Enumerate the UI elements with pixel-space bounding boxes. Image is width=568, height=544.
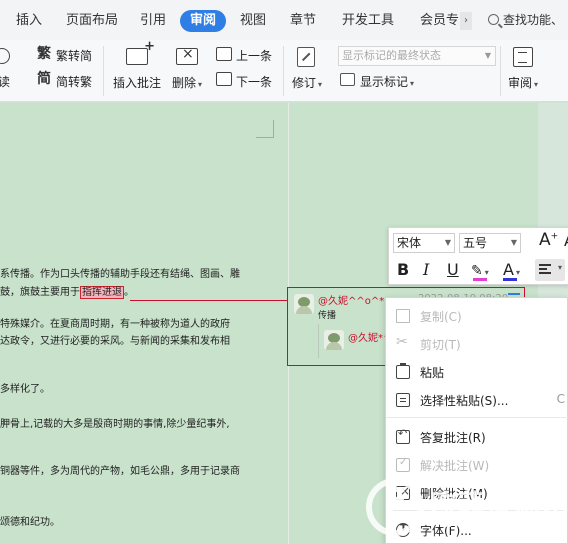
- ribbon-divider: [283, 46, 284, 96]
- document-paragraph-line[interactable]: 特殊媒介。在夏商周时期，有一种被称为道人的政府: [0, 318, 286, 331]
- comment-connector-line: [130, 300, 288, 301]
- menu-item-copy[interactable]: 复制(C): [386, 302, 568, 330]
- previous-comment-button[interactable]: 上一条: [236, 47, 272, 64]
- reply-thread-rule: [318, 324, 319, 358]
- document-paragraph-line[interactable]: 系传播。作为口头传播的辅助手段还有结绳、图画、雕: [0, 268, 286, 281]
- simp-to-trad-button[interactable]: 简转繁: [56, 73, 92, 90]
- simp-to-trad-icon[interactable]: 简: [37, 71, 53, 87]
- menu-shortcut: C: [556, 392, 565, 406]
- review-pane-button[interactable]: 审阅 ▾: [508, 74, 538, 91]
- highlight-color-swatch: [473, 278, 487, 281]
- watermark-title: 欧菲资源网: [430, 490, 568, 520]
- floating-format-toolbar: 宋体▼ 五号▼ A+ A B I U ✎▾ A▾ ▾: [388, 227, 568, 285]
- reply-comment-icon: [396, 427, 410, 444]
- bold-button[interactable]: B: [397, 259, 409, 281]
- comment-text[interactable]: 传播: [318, 308, 336, 321]
- tab-chapter[interactable]: 章节: [290, 10, 316, 32]
- tab-references[interactable]: 引用: [140, 10, 166, 32]
- menu-item-resolve-comment[interactable]: 解决批注(W): [386, 451, 568, 479]
- font-color-swatch: [503, 278, 517, 281]
- insert-comment-button[interactable]: 插入批注: [113, 74, 161, 91]
- menu-item-reply-comment[interactable]: 答复批注(R): [386, 423, 568, 451]
- menu-divider: [386, 417, 568, 418]
- ribbon-tab-bar: 插入 页面布局 引用 审阅 视图 章节 开发工具 会员专 › 查找功能、: [0, 0, 568, 40]
- markup-display-select[interactable]: 显示标记的最终状态 ▼: [338, 46, 496, 66]
- avatar: [294, 294, 314, 314]
- trad-to-simp-icon[interactable]: 繁: [37, 46, 53, 62]
- read-aloud-label[interactable]: 朗读: [0, 73, 10, 90]
- next-comment-button[interactable]: 下一条: [236, 73, 272, 90]
- copy-icon: [396, 309, 410, 323]
- document-paragraph-line[interactable]: 多样化了。: [0, 383, 286, 396]
- document-paragraph-line[interactable]: 鼓，旗鼓主要用于 指挥进退。: [0, 286, 286, 299]
- chevron-down-icon: ▼: [484, 51, 491, 60]
- tab-member[interactable]: 会员专: [420, 10, 459, 32]
- avatar: [324, 330, 344, 350]
- show-markup-icon[interactable]: [340, 73, 355, 86]
- previous-comment-icon[interactable]: [216, 47, 232, 61]
- menu-item-paste-special[interactable]: 选择性粘贴(S)... C: [386, 386, 568, 414]
- document-paragraph-line[interactable]: 达政令，又进行必要的采风。与新闻的采集和发布相: [0, 335, 286, 348]
- tab-developer[interactable]: 开发工具: [342, 10, 394, 32]
- tab-page-layout[interactable]: 页面布局: [66, 10, 118, 32]
- document-paragraph-line[interactable]: 胛骨上,记载的大多是殷商时期的事情,除少量纪事外,: [0, 418, 286, 431]
- scissors-icon: [396, 334, 410, 351]
- delete-comment-icon[interactable]: [176, 46, 198, 65]
- next-comment-icon[interactable]: [216, 72, 232, 86]
- shrink-font-button[interactable]: A: [564, 232, 568, 250]
- search-function-box[interactable]: 查找功能、: [488, 11, 563, 28]
- document-paragraph-line[interactable]: 颂德和纪功。: [0, 516, 286, 529]
- review-ribbon: 朗读 繁 繁转简 简 简转繁 插入批注 删除▾ 上一条 下一条 修订▾ 显示标记…: [0, 39, 568, 102]
- clipboard-icon: [396, 363, 410, 379]
- commented-text-highlight[interactable]: 指挥进退: [80, 286, 124, 299]
- document-paragraph-line[interactable]: 铜器等件，多为周代的产物，如毛公鼎，多用于记录商: [0, 465, 286, 478]
- align-button[interactable]: ▾: [535, 259, 565, 281]
- read-aloud-icon[interactable]: [0, 48, 10, 64]
- font-size-select[interactable]: 五号 ▼: [459, 233, 521, 253]
- search-label: 查找功能、: [503, 13, 564, 27]
- highlighter-icon: ✎: [471, 263, 483, 279]
- tab-view[interactable]: 视图: [240, 10, 266, 32]
- menu-item-cut[interactable]: 剪切(T): [386, 330, 568, 358]
- markup-display-value: 显示标记的最终状态: [342, 49, 441, 62]
- review-pane-icon[interactable]: [513, 47, 533, 67]
- chevron-down-icon: ▼: [510, 238, 517, 247]
- page-corner-mark: [256, 120, 274, 138]
- highlight-button[interactable]: ✎ ▾: [471, 259, 495, 281]
- font-color-button[interactable]: A ▾: [503, 259, 527, 281]
- grow-font-button[interactable]: A+: [539, 230, 558, 250]
- ribbon-divider: [103, 46, 104, 96]
- menu-item-paste[interactable]: 粘贴: [386, 358, 568, 386]
- underline-button[interactable]: U: [447, 259, 459, 281]
- trad-to-simp-button[interactable]: 繁转简: [56, 47, 92, 64]
- tabs-scroll-right-icon[interactable]: ›: [460, 12, 472, 30]
- show-markup-button[interactable]: 显示标记 ▾: [360, 73, 414, 90]
- track-changes-icon[interactable]: [297, 47, 315, 67]
- track-changes-button[interactable]: 修订 ▾: [292, 74, 322, 91]
- resolve-comment-icon: [396, 457, 410, 472]
- watermark-url: www.office26.com: [444, 517, 561, 530]
- paste-special-icon: [396, 393, 410, 407]
- chevron-down-icon: ▼: [444, 238, 451, 247]
- tab-insert[interactable]: 插入: [16, 10, 42, 32]
- search-icon: [488, 14, 499, 25]
- ribbon-divider: [500, 46, 501, 96]
- italic-button[interactable]: I: [423, 259, 429, 281]
- comment-author: @久妮^^o^*: [318, 296, 385, 307]
- tab-review[interactable]: 审阅: [180, 10, 227, 32]
- insert-comment-icon[interactable]: [126, 39, 155, 65]
- delete-comment-button[interactable]: 删除 ▾: [172, 74, 202, 91]
- font-name-select[interactable]: 宋体 ▼: [393, 233, 455, 253]
- watermark-logo: [366, 478, 424, 536]
